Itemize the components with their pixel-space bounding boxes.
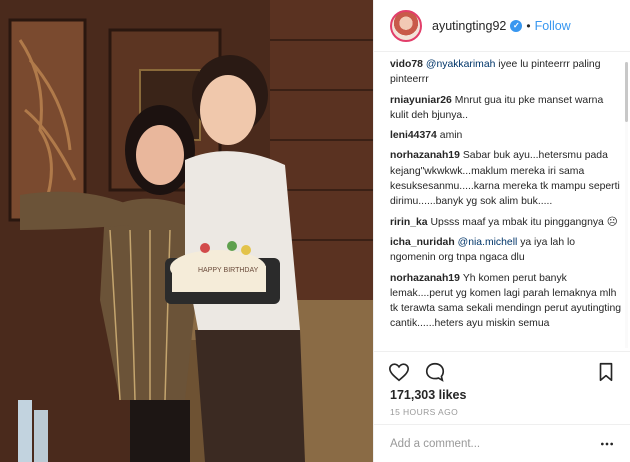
comment-input[interactable] <box>390 437 599 450</box>
cake-text: HAPPY BIRTHDAY <box>198 267 259 274</box>
bookmark-icon[interactable] <box>595 361 617 383</box>
comment-item: leni44374 amin <box>390 128 622 143</box>
scrollbar-thumb[interactable] <box>625 62 628 122</box>
follow-button[interactable]: Follow <box>535 19 571 33</box>
comment-author[interactable]: leni44374 <box>390 130 437 141</box>
comment-item: icha_nuridah @nia.michell ya iya lah lo n… <box>390 235 622 266</box>
comment-item: ririn_ka Upsss maaf ya mbak itu pinggangn… <box>390 215 622 230</box>
post-photo-illustration: HAPPY BIRTHDAY <box>0 0 373 462</box>
post-photo[interactable]: HAPPY BIRTHDAY <box>0 0 373 462</box>
comment-author[interactable]: ririn_ka <box>390 217 428 228</box>
comment-text: amin <box>439 130 463 142</box>
comments-list: vido78 @nyakkarimah iyee lu pinteerrr pal… <box>390 57 622 351</box>
comment-mention[interactable]: @nyakkarimah <box>426 59 495 70</box>
post-timestamp[interactable]: 15 HOURS AGO <box>390 407 458 417</box>
comment-item: norhazanah19 Sabar buk ayu...hetersmu pad… <box>390 148 622 209</box>
speech-bubble-icon[interactable] <box>424 361 446 383</box>
likes-count[interactable]: 171,303 likes <box>390 388 466 402</box>
more-dots-icon[interactable] <box>599 436 615 452</box>
comment-text: Upsss maaf ya mbak itu pinggangnya ☹ <box>430 216 618 228</box>
avatar[interactable] <box>390 9 422 42</box>
post-header: ayutingting92 ✓ • Follow <box>374 0 630 52</box>
comment-author[interactable]: rniayuniar26 <box>390 95 452 106</box>
heart-outline-icon[interactable] <box>388 361 410 383</box>
post-sidebar: ayutingting92 ✓ • Follow vido78 @nyakkari… <box>373 0 630 462</box>
post-actions <box>374 351 630 391</box>
comment-item: norhazanah19 Yh komen perut banyk lemak..… <box>390 271 622 332</box>
separator-dot: • <box>526 18 531 33</box>
comment-item: vido78 @nyakkarimah iyee lu pinteerrr pal… <box>390 57 622 88</box>
comment-item: rniayuniar26 Mnrut gua itu pke manset war… <box>390 93 622 124</box>
verified-badge-icon: ✓ <box>510 19 523 32</box>
username-link[interactable]: ayutingting92 <box>432 19 506 33</box>
add-comment-bar <box>374 424 630 462</box>
comments-scrollbar[interactable] <box>625 62 628 348</box>
comment-author[interactable]: vido78 <box>390 59 423 70</box>
comment-mention[interactable]: @nia.michell <box>458 237 518 248</box>
comment-author[interactable]: norhazanah19 <box>390 150 460 161</box>
comment-author[interactable]: norhazanah19 <box>390 273 460 284</box>
comment-author[interactable]: icha_nuridah <box>390 237 455 248</box>
